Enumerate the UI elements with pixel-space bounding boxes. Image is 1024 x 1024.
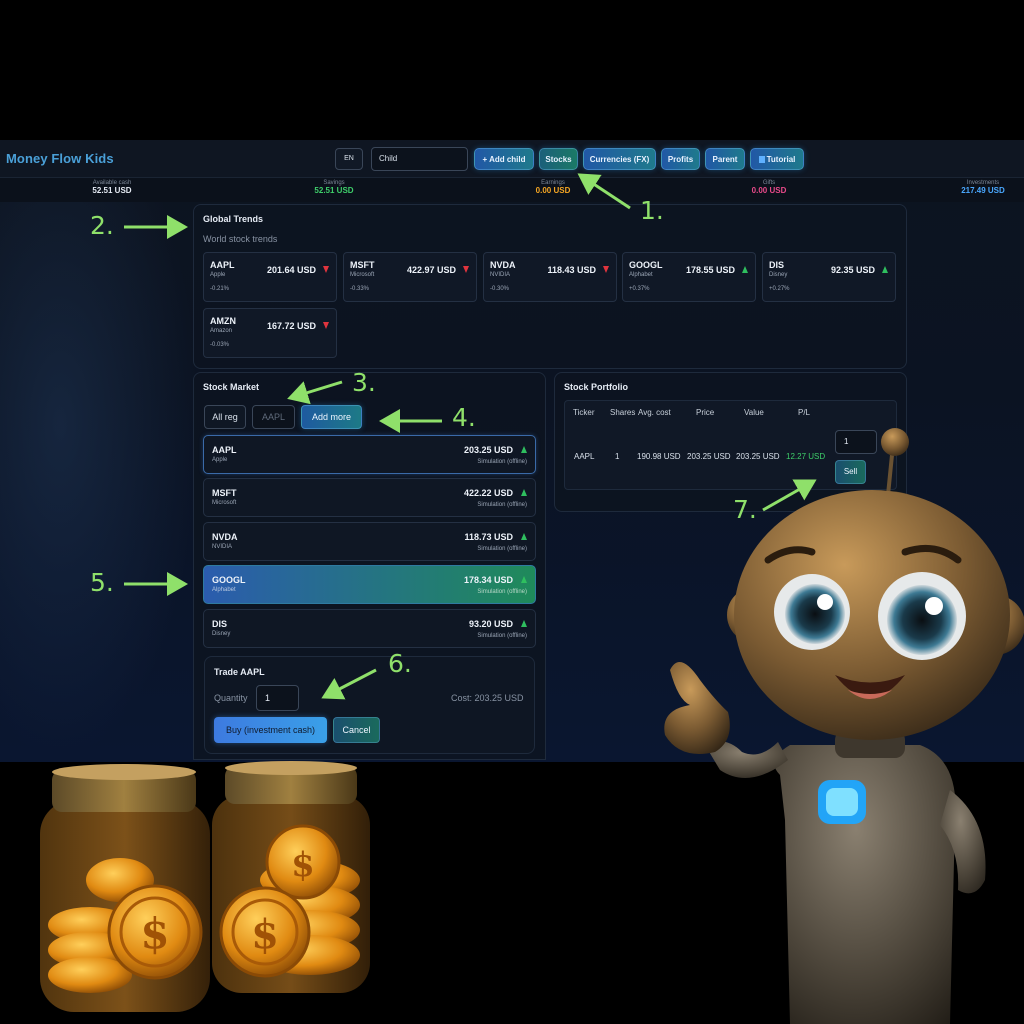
robot-mascot-illustration xyxy=(664,428,1024,1024)
